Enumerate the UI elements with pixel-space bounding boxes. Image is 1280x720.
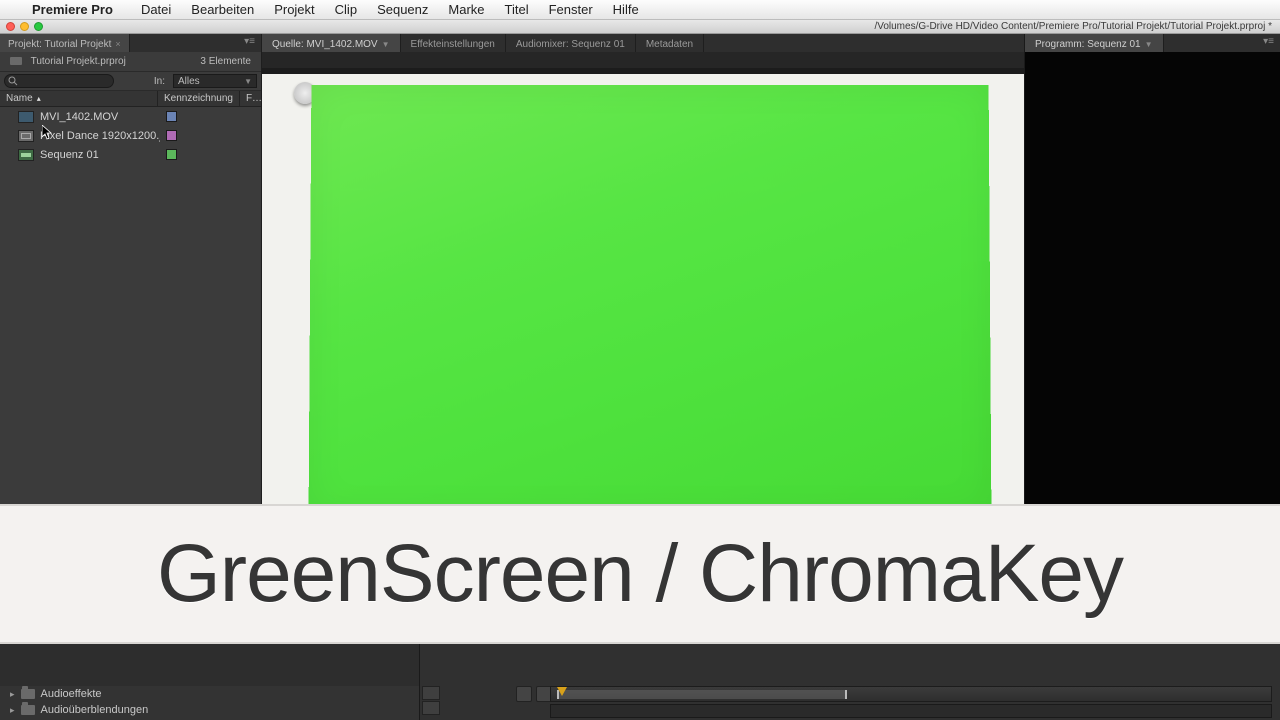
filter-in-label: In: — [154, 76, 165, 87]
mac-menubar: Premiere Pro Datei Bearbeiten Projekt Cl… — [0, 0, 1280, 20]
project-item[interactable]: Pixel Dance 1920x1200.jpg — [0, 126, 261, 145]
project-search-input[interactable] — [4, 74, 114, 88]
bin-icon — [10, 57, 22, 65]
video-track[interactable] — [550, 704, 1272, 718]
menu-hilfe[interactable]: Hilfe — [603, 2, 649, 17]
tutorial-title-text: GreenScreen / ChromaKey — [157, 527, 1123, 621]
source-tab[interactable]: Quelle: MVI_1402.MOV ▼ — [262, 34, 401, 52]
video-clip-icon — [18, 111, 34, 123]
disclosure-triangle-icon[interactable]: ▸ — [10, 689, 15, 700]
window-titlebar: /Volumes/G-Drive HD/Video Content/Premie… — [0, 20, 1280, 34]
traffic-lights — [6, 22, 43, 31]
menu-marke[interactable]: Marke — [438, 2, 494, 17]
panel-menu-icon[interactable]: ▾≡ — [238, 34, 261, 52]
panel-menu-icon[interactable]: ▾≡ — [1257, 34, 1280, 52]
effects-folder[interactable]: ▸ Audioeffekte — [0, 686, 419, 702]
column-label-header[interactable]: Kennzeichnung — [158, 91, 240, 106]
program-tab[interactable]: Programm: Sequenz 01 ▼ — [1025, 34, 1164, 52]
effects-folder-label: Audioeffekte — [41, 688, 102, 700]
close-window-button[interactable] — [6, 22, 15, 31]
project-item-name: Pixel Dance 1920x1200.jpg — [40, 130, 160, 142]
effects-folder-label: Audioüberblendungen — [41, 704, 149, 716]
effects-folder[interactable]: ▸ Audioüberblendungen — [0, 702, 419, 718]
column-name-header[interactable]: Name ▴ — [0, 91, 158, 106]
source-tab-label: Quelle: MVI_1402.MOV — [272, 39, 378, 50]
project-column-headers: Name ▴ Kennzeichnung F… — [0, 91, 261, 107]
project-filename: Tutorial Projekt.prproj — [31, 56, 126, 67]
program-monitor-panel: Programm: Sequenz 01 ▼ ▾≡ — [1025, 34, 1280, 504]
project-item-count: 3 Elemente — [200, 56, 251, 67]
app-menu[interactable]: Premiere Pro — [22, 2, 123, 17]
greenscreen-backdrop — [309, 85, 992, 504]
audio-mixer-tab[interactable]: Audiomixer: Sequenz 01 — [506, 34, 636, 52]
project-item-name: MVI_1402.MOV — [40, 111, 160, 123]
timeline-panel[interactable] — [420, 644, 1280, 720]
project-panel-tab-label: Projekt: Tutorial Projekt — [8, 39, 111, 50]
document-path: /Volumes/G-Drive HD/Video Content/Premie… — [874, 21, 1272, 32]
menu-titel[interactable]: Titel — [495, 2, 539, 17]
source-viewport[interactable] — [262, 52, 1024, 504]
source-monitor-panel: Quelle: MVI_1402.MOV ▼ Effekteinstellung… — [262, 34, 1025, 504]
lower-panels: ▸ Audioeffekte ▸ Audioüberblendungen — [0, 644, 1280, 720]
tutorial-title-overlay: GreenScreen / ChromaKey — [0, 504, 1280, 644]
menu-fenster[interactable]: Fenster — [539, 2, 603, 17]
project-panel-tab[interactable]: Projekt: Tutorial Projekt × — [0, 34, 130, 52]
filter-in-select[interactable]: Alles ▼ — [173, 74, 257, 88]
search-icon — [8, 76, 18, 86]
playhead-icon[interactable] — [557, 687, 567, 696]
sequence-icon — [18, 149, 34, 161]
metadata-tab[interactable]: Metadaten — [636, 34, 704, 52]
folder-icon — [21, 705, 35, 715]
project-item-name: Sequenz 01 — [40, 149, 160, 161]
menu-datei[interactable]: Datei — [131, 2, 181, 17]
menu-projekt[interactable]: Projekt — [264, 2, 324, 17]
menu-clip[interactable]: Clip — [325, 2, 367, 17]
effects-panel: ▸ Audioeffekte ▸ Audioüberblendungen — [0, 644, 420, 720]
dropdown-icon[interactable]: ▼ — [382, 40, 390, 49]
project-panel: Projekt: Tutorial Projekt × ▾≡ Tutorial … — [0, 34, 262, 504]
project-item[interactable]: MVI_1402.MOV — [0, 107, 261, 126]
minimize-window-button[interactable] — [20, 22, 29, 31]
time-ruler[interactable] — [550, 686, 1272, 702]
sort-asc-icon: ▴ — [37, 94, 41, 103]
filter-in-value: Alles — [178, 76, 200, 87]
image-icon — [18, 130, 34, 142]
effect-controls-tab[interactable]: Effekteinstellungen — [401, 34, 506, 52]
close-tab-icon[interactable]: × — [115, 39, 120, 49]
project-item-list: MVI_1402.MOV Pixel Dance 1920x1200.jpg S… — [0, 107, 261, 504]
menu-bearbeiten[interactable]: Bearbeiten — [181, 2, 264, 17]
track-target-buttons[interactable] — [422, 686, 440, 715]
in-out-range[interactable] — [557, 690, 847, 699]
folder-icon — [21, 689, 35, 699]
project-item[interactable]: Sequenz 01 — [0, 145, 261, 164]
monitor-area: Quelle: MVI_1402.MOV ▼ Effekteinstellung… — [262, 34, 1280, 504]
label-swatch[interactable] — [166, 130, 177, 141]
label-swatch[interactable] — [166, 149, 177, 160]
program-viewport[interactable] — [1025, 52, 1280, 504]
chevron-down-icon: ▼ — [244, 77, 252, 86]
dropdown-icon[interactable]: ▼ — [1145, 40, 1153, 49]
footage-frame — [262, 68, 1024, 504]
snap-toggle[interactable] — [516, 686, 532, 702]
program-tab-label: Programm: Sequenz 01 — [1035, 39, 1141, 50]
label-swatch[interactable] — [166, 111, 177, 122]
menu-sequenz[interactable]: Sequenz — [367, 2, 438, 17]
disclosure-triangle-icon[interactable]: ▸ — [10, 705, 15, 716]
zoom-window-button[interactable] — [34, 22, 43, 31]
